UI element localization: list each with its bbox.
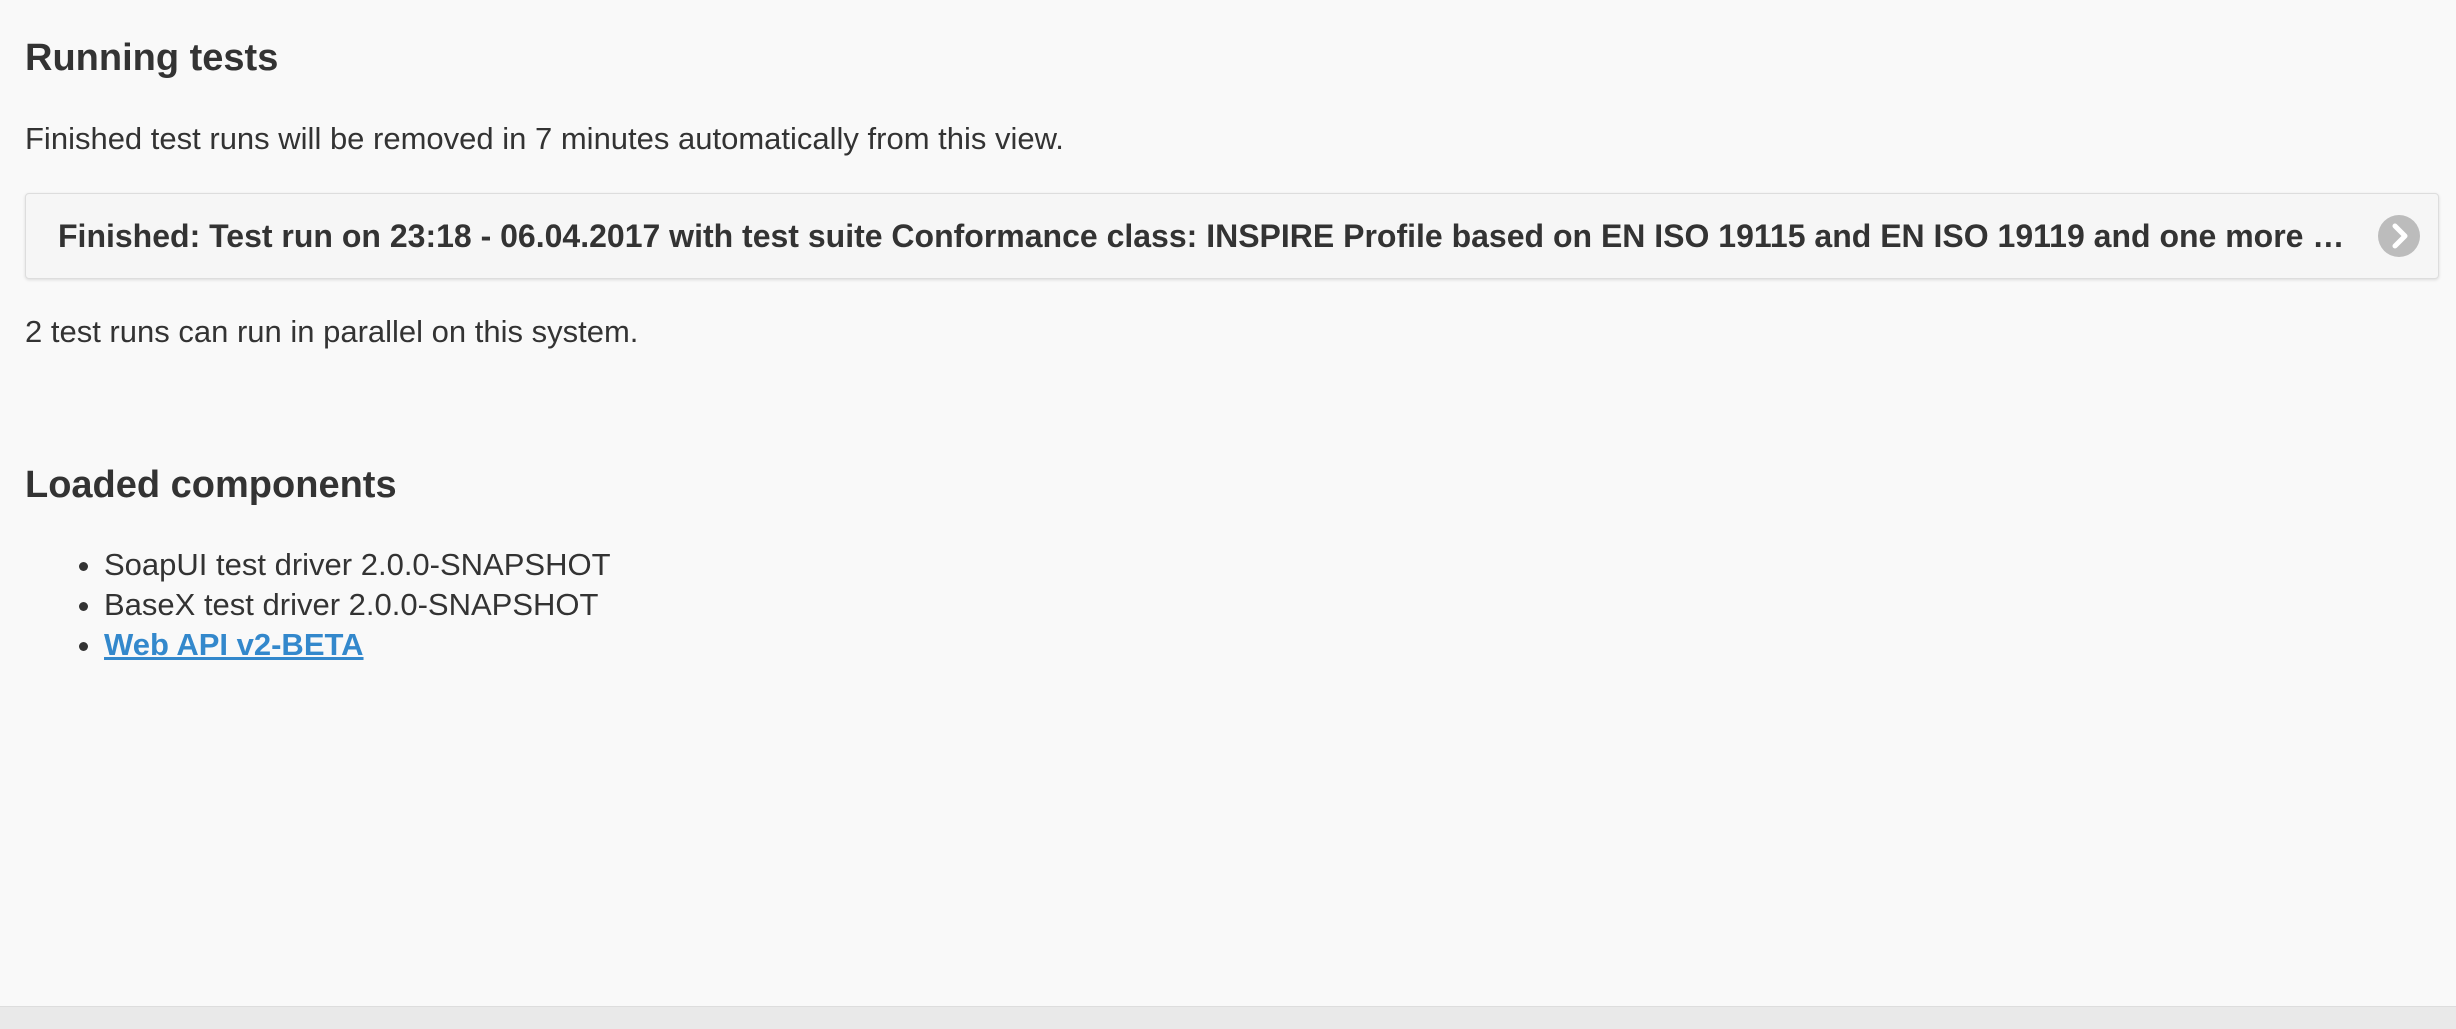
component-item: Web API v2-BETA <box>104 625 611 665</box>
components-list: SoapUI test driver 2.0.0-SNAPSHOT BaseX … <box>25 545 611 665</box>
test-run-item[interactable]: Finished: Test run on 23:18 - 06.04.2017… <box>25 193 2439 279</box>
parallel-info: 2 test runs can run in parallel on this … <box>25 314 639 349</box>
footer-bar <box>0 1006 2456 1029</box>
web-api-link[interactable]: Web API v2-BETA <box>104 627 364 662</box>
component-label-soapui: SoapUI test driver 2.0.0-SNAPSHOT <box>104 547 611 582</box>
loaded-components-heading: Loaded components <box>25 464 397 506</box>
component-item: SoapUI test driver 2.0.0-SNAPSHOT <box>104 545 611 585</box>
test-run-label: Finished: Test run on 23:18 - 06.04.2017… <box>58 218 2348 254</box>
running-tests-heading: Running tests <box>25 37 279 79</box>
removal-notice: Finished test runs will be removed in 7 … <box>25 121 1064 156</box>
chevron-right-icon[interactable] <box>2378 215 2420 257</box>
component-item: BaseX test driver 2.0.0-SNAPSHOT <box>104 585 611 625</box>
component-label-basex: BaseX test driver 2.0.0-SNAPSHOT <box>104 587 599 622</box>
